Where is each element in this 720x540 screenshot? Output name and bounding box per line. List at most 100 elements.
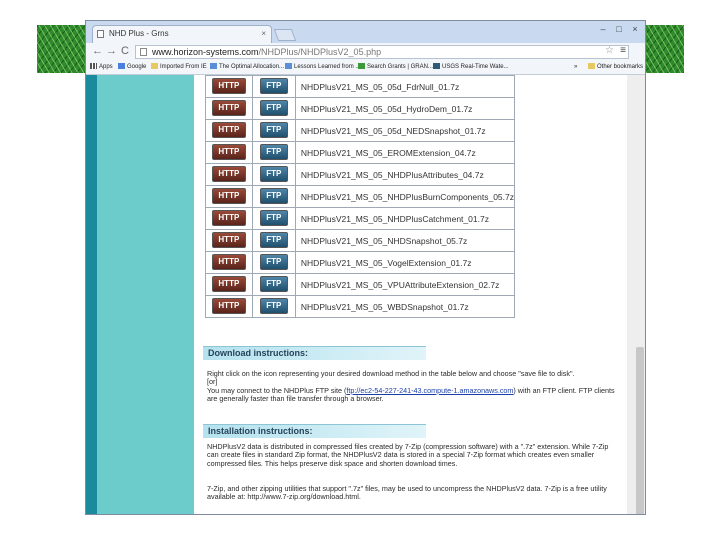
- ftp-cell: FTP: [251, 295, 296, 318]
- bookmark-imported-from-ie[interactable]: Imported From IE: [151, 63, 207, 72]
- doc-icon: [210, 63, 217, 69]
- url-domain: www.horizon-systems.com: [152, 47, 259, 57]
- page-left-band: [86, 75, 97, 514]
- bookmark-label: The Optimal Allocation...: [219, 64, 285, 70]
- ftp-download-button[interactable]: FTP: [259, 210, 288, 227]
- close-window-button[interactable]: ×: [629, 24, 641, 34]
- bookmark-google[interactable]: Google: [118, 63, 146, 72]
- url-text[interactable]: www.horizon-systems.com/NHDPlus/NHDPlusV…: [152, 46, 381, 58]
- bookmark-usgs[interactable]: USGS Real-Time Wate...: [433, 63, 509, 72]
- http-download-button[interactable]: HTTP: [211, 188, 246, 205]
- star-icon[interactable]: ☆: [605, 45, 614, 57]
- http-download-button[interactable]: HTTP: [211, 122, 246, 139]
- doc-icon: [285, 63, 292, 69]
- http-download-button[interactable]: HTTP: [211, 78, 246, 95]
- bookmark-search-grants[interactable]: Search Grants | GRAN...: [358, 63, 433, 72]
- folder-icon: [588, 63, 595, 69]
- download-line1: Right click on the icon representing you…: [207, 369, 575, 378]
- table-row: HTTP FTP NHDPlusV21_MS_05_NHDPlusAttribute…: [205, 163, 516, 186]
- ftp-download-button[interactable]: FTP: [259, 122, 288, 139]
- ftp-cell: FTP: [251, 97, 296, 120]
- download-instructions-text: Right click on the icon representing you…: [207, 369, 617, 403]
- http-download-button[interactable]: HTTP: [211, 100, 246, 117]
- bookmark-label: Apps: [99, 64, 113, 70]
- http-download-button[interactable]: HTTP: [211, 276, 246, 293]
- file-name: NHDPlusV21_MS_05_VPUAttributeExtension_0…: [294, 273, 516, 296]
- main-content: HTTP FTP NHDPlusV21_MS_05_05d_FdrNull_01.7…: [194, 75, 627, 514]
- table-row: HTTP FTP NHDPlusV21_MS_05_05d_NEDSnapshot_…: [205, 119, 516, 142]
- browser-tab[interactable]: NHD Plus - Grns ×: [92, 25, 272, 43]
- file-name: NHDPlusV21_MS_05_EROMExtension_04.7z: [294, 141, 516, 164]
- ftp-cell: FTP: [251, 229, 296, 252]
- usgs-icon: [433, 63, 440, 69]
- ftp-download-button[interactable]: FTP: [259, 188, 288, 205]
- file-name: NHDPlusV21_MS_05_05d_NEDSnapshot_01.7z: [294, 119, 516, 142]
- file-name: NHDPlusV21_MS_05_NHDSnapshot_05.7z: [294, 229, 516, 252]
- ftp-download-button[interactable]: FTP: [259, 78, 288, 95]
- http-download-button[interactable]: HTTP: [211, 166, 246, 183]
- ftp-download-button[interactable]: FTP: [259, 276, 288, 293]
- ftp-download-button[interactable]: FTP: [259, 298, 288, 315]
- installation-para-2: 7-Zip, and other zipping utilities that …: [207, 484, 607, 502]
- ftp-download-button[interactable]: FTP: [259, 254, 288, 271]
- http-cell: HTTP: [205, 185, 253, 208]
- minimize-button[interactable]: –: [597, 24, 609, 34]
- back-arrow-icon[interactable]: ←: [92, 45, 103, 58]
- ftp-cell: FTP: [251, 273, 296, 296]
- file-name: NHDPlusV21_MS_05_NHDPlusCatchment_01.7z: [294, 207, 516, 230]
- bookmark-label: USGS Real-Time Wate...: [442, 64, 509, 70]
- http-download-button[interactable]: HTTP: [211, 210, 246, 227]
- bookmark-optimal-allocation[interactable]: The Optimal Allocation...: [210, 63, 284, 72]
- new-tab-button[interactable]: [273, 29, 297, 41]
- forward-arrow-icon[interactable]: →: [106, 45, 117, 58]
- bookmarks-overflow-icon[interactable]: »: [574, 63, 577, 72]
- http-download-button[interactable]: HTTP: [211, 254, 246, 271]
- page-icon: [97, 30, 104, 38]
- bookmarks-bar: Apps Google Imported From IE The Optimal…: [86, 61, 645, 75]
- http-cell: HTTP: [205, 141, 253, 164]
- table-row: HTTP FTP NHDPlusV21_MS_05_EROMExtension_04…: [205, 141, 516, 164]
- reload-icon[interactable]: C: [121, 45, 129, 58]
- table-row: HTTP FTP NHDPlusV21_MS_05_05d_FdrNull_01.7…: [205, 75, 516, 98]
- ftp-download-button[interactable]: FTP: [259, 100, 288, 117]
- http-cell: HTTP: [205, 75, 253, 98]
- address-bar[interactable]: www.horizon-systems.com/NHDPlus/NHDPlusV…: [135, 45, 629, 59]
- installation-instructions-header: Installation instructions:: [203, 424, 426, 438]
- ftp-download-button[interactable]: FTP: [259, 166, 288, 183]
- url-path: /NHDPlus/NHDPlusV2_05.php: [258, 47, 382, 57]
- maximize-button[interactable]: □: [613, 24, 625, 34]
- file-name: NHDPlusV21_MS_05_05d_FdrNull_01.7z: [294, 75, 516, 98]
- scrollbar[interactable]: [627, 75, 645, 514]
- http-download-button[interactable]: HTTP: [211, 144, 246, 161]
- http-cell: HTTP: [205, 273, 253, 296]
- tab-close-icon[interactable]: ×: [261, 26, 266, 42]
- http-cell: HTTP: [205, 251, 253, 274]
- ftp-cell: FTP: [251, 185, 296, 208]
- bookmark-label: Lessons Learned from ...: [294, 64, 361, 70]
- bookmark-label: Other bookmarks: [597, 64, 644, 70]
- menu-icon[interactable]: ≡: [620, 45, 626, 57]
- ftp-cell: FTP: [251, 75, 296, 98]
- ftp-download-button[interactable]: FTP: [259, 144, 288, 161]
- table-row: HTTP FTP NHDPlusV21_MS_05_NHDPlusCatchment…: [205, 207, 516, 230]
- bookmark-other[interactable]: Other bookmarks: [588, 63, 643, 72]
- http-cell: HTTP: [205, 295, 253, 318]
- ftp-cell: FTP: [251, 119, 296, 142]
- page-icon: [140, 48, 147, 56]
- title-bar: NHD Plus - Grns × – □ ×: [86, 21, 645, 43]
- apps-icon: [90, 63, 97, 69]
- scrollbar-thumb[interactable]: [636, 347, 644, 514]
- http-cell: HTTP: [205, 207, 253, 230]
- bookmark-lessons-learned[interactable]: Lessons Learned from ...: [285, 63, 360, 72]
- ftp-download-button[interactable]: FTP: [259, 232, 288, 249]
- google-icon: [118, 63, 125, 69]
- http-cell: HTTP: [205, 163, 253, 186]
- table-row: HTTP FTP NHDPlusV21_MS_05_NHDSnapshot_05.7…: [205, 229, 516, 252]
- http-download-button[interactable]: HTTP: [211, 298, 246, 315]
- tab-title: NHD Plus - Grns: [109, 29, 169, 38]
- bookmark-label: Google: [127, 64, 147, 70]
- ftp-cell: FTP: [251, 251, 296, 274]
- table-row: HTTP FTP NHDPlusV21_MS_05_WBDSnapshot_01.7…: [205, 295, 516, 318]
- http-download-button[interactable]: HTTP: [211, 232, 246, 249]
- bookmark-apps[interactable]: Apps: [90, 63, 113, 72]
